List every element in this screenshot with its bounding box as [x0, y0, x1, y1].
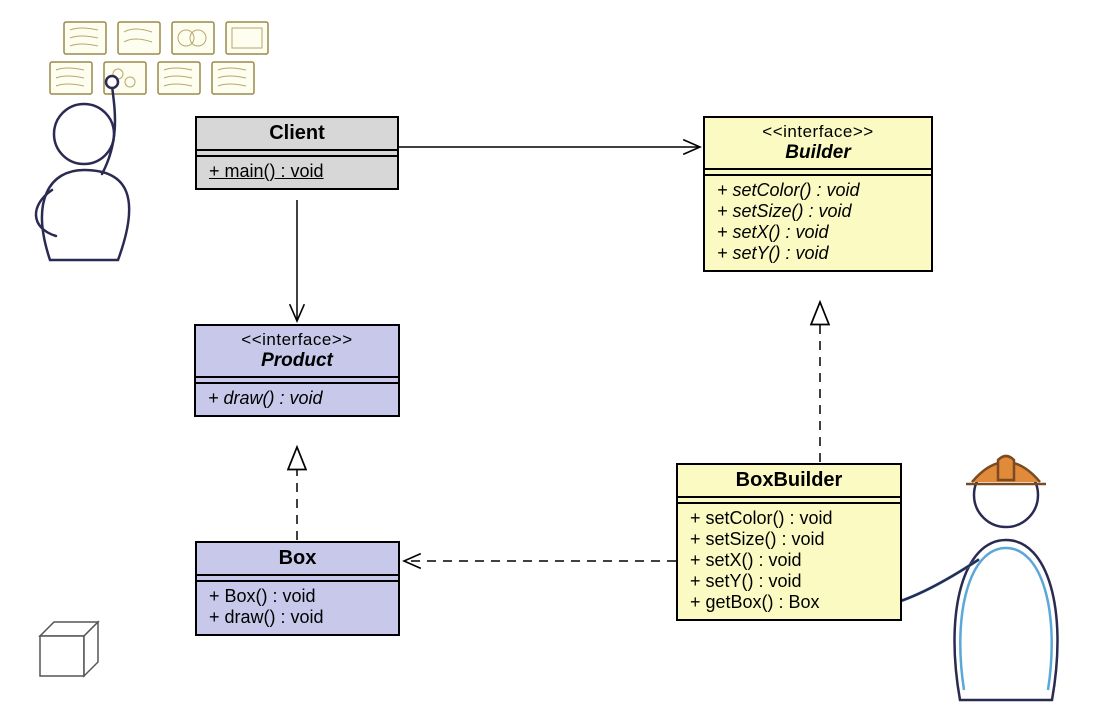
diagram-connectors: [0, 0, 1104, 725]
class-builder-name: Builder: [785, 142, 850, 163]
class-product-title: <<interface>> Product: [196, 326, 398, 378]
box-method-0: + Box() : void: [209, 586, 386, 607]
boxbuilder-method-3: + setY() : void: [690, 571, 888, 592]
class-box-methods: + Box() : void + draw() : void: [197, 582, 398, 634]
class-box: Box + Box() : void + draw() : void: [195, 541, 400, 636]
client-method-0: + main() : void: [209, 161, 385, 182]
builder-method-1: + setSize() : void: [717, 201, 919, 222]
product-stereotype: <<interface>>: [206, 330, 388, 350]
class-client-methods: + main() : void: [197, 157, 397, 188]
class-builder-methods: + setColor() : void + setSize() : void +…: [705, 176, 931, 270]
class-client-name: Client: [269, 122, 325, 144]
builder-method-0: + setColor() : void: [717, 180, 919, 201]
boxbuilder-method-0: + setColor() : void: [690, 508, 888, 529]
class-builder: <<interface>> Builder + setColor() : voi…: [703, 116, 933, 272]
product-method-0: + draw() : void: [208, 388, 386, 409]
boxbuilder-method-4: + getBox() : Box: [690, 592, 888, 613]
boxbuilder-method-2: + setX() : void: [690, 550, 888, 571]
cube-icon: [40, 622, 98, 676]
class-client: Client + main() : void: [195, 116, 399, 190]
class-boxbuilder-methods: + setColor() : void + setSize() : void +…: [678, 504, 900, 619]
class-boxbuilder-title: BoxBuilder: [678, 465, 900, 498]
class-boxbuilder-name: BoxBuilder: [736, 469, 843, 491]
class-box-name: Box: [279, 547, 317, 569]
class-product: <<interface>> Product + draw() : void: [194, 324, 400, 417]
builder-method-3: + setY() : void: [717, 243, 919, 264]
box-method-1: + draw() : void: [209, 607, 386, 628]
class-product-methods: + draw() : void: [196, 384, 398, 415]
class-product-name: Product: [261, 350, 333, 371]
class-boxbuilder: BoxBuilder + setColor() : void + setSize…: [676, 463, 902, 621]
builder-stereotype: <<interface>>: [715, 122, 921, 142]
class-builder-title: <<interface>> Builder: [705, 118, 931, 170]
class-client-title: Client: [197, 118, 397, 151]
builder-method-2: + setX() : void: [717, 222, 919, 243]
class-box-title: Box: [197, 543, 398, 576]
boxbuilder-method-1: + setSize() : void: [690, 529, 888, 550]
